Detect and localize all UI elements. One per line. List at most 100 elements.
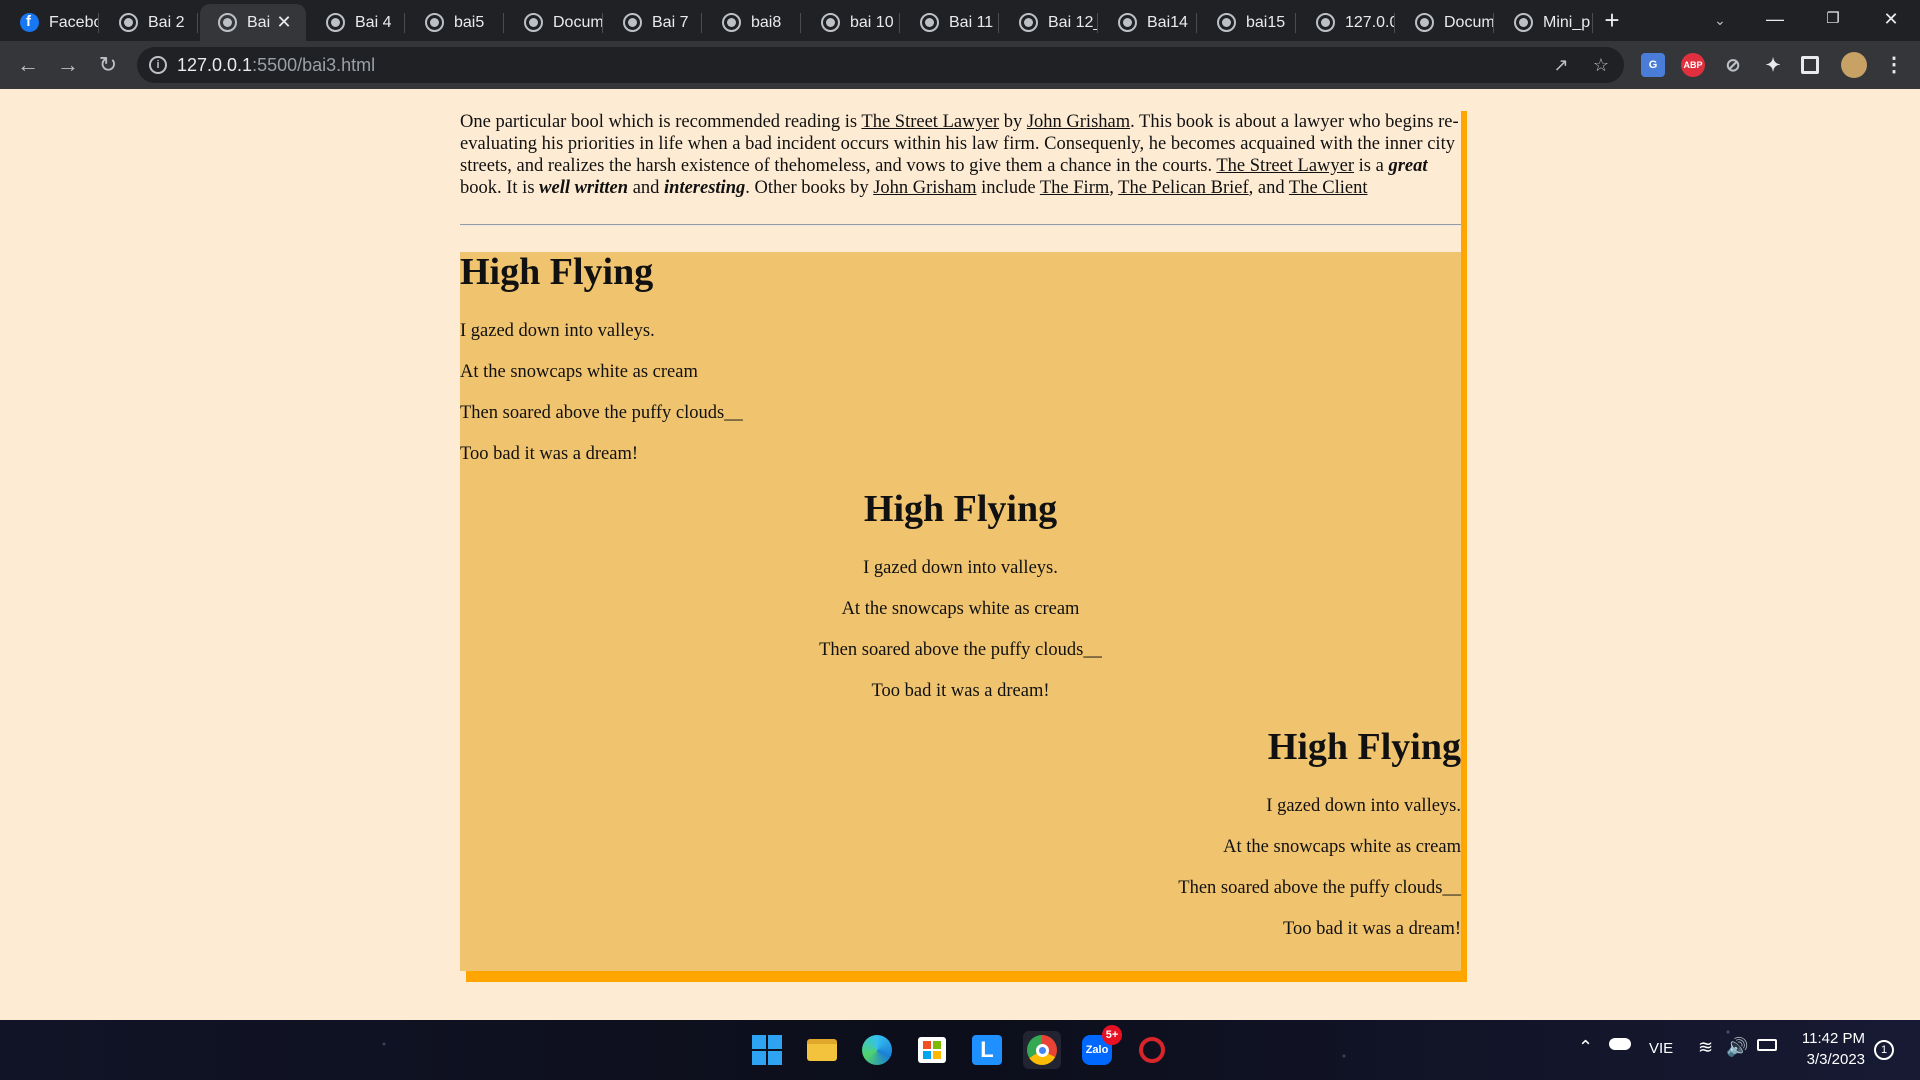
url-host: 127.0.0.1: [177, 55, 253, 75]
chrome-icon[interactable]: [1023, 1031, 1061, 1069]
globe-icon: [524, 13, 543, 32]
adblock-plus-icon[interactable]: ABP: [1681, 53, 1705, 77]
poem-line: I gazed down into valleys.: [1266, 796, 1461, 816]
site-info-icon[interactable]: i: [149, 56, 167, 74]
globe-icon: [1514, 13, 1533, 32]
tab-separator: [503, 13, 504, 33]
tab-title: Bai 12_: [1048, 13, 1098, 31]
google-translate-icon[interactable]: G: [1641, 53, 1665, 77]
battery-icon[interactable]: [1757, 1039, 1777, 1051]
tab-bai8[interactable]: bai8: [704, 4, 801, 41]
globe-icon: [218, 13, 237, 32]
horizontal-rule: [460, 224, 1461, 226]
tab-bai-11[interactable]: Bai 11: [902, 4, 999, 41]
intro-container: One particular bool which is recommended…: [460, 111, 1461, 199]
tab-separator: [404, 13, 405, 33]
tab-title: Bai 4: [355, 13, 392, 31]
file-explorer-icon[interactable]: [803, 1031, 841, 1069]
poem-line: I gazed down into valleys.: [863, 558, 1058, 578]
tab-separator: [998, 13, 999, 33]
poem-title: High Flying: [1267, 726, 1461, 768]
street-lawyer-link-2[interactable]: The Street Lawyer: [1216, 156, 1354, 176]
tab-mini-project[interactable]: Mini_p: [1496, 4, 1593, 41]
tab-title: bai15: [1246, 13, 1286, 31]
address-bar[interactable]: i 127.0.0.1:5500/bai3.html ↗ ☆: [137, 47, 1624, 83]
box-shadow-bottom: [466, 971, 1467, 982]
tab-bai15[interactable]: bai15: [1199, 4, 1296, 41]
the-client-link[interactable]: The Client: [1289, 178, 1368, 198]
zalo-icon[interactable]: Zalo 5+: [1078, 1025, 1122, 1069]
tab-separator: [1394, 13, 1395, 33]
back-arrow-icon[interactable]: ←: [14, 51, 42, 79]
well-written-emphasis: well written: [539, 178, 629, 198]
show-hidden-icons-chevron[interactable]: ⌃: [1578, 1037, 1593, 1058]
tab-bai14[interactable]: Bai14: [1100, 4, 1197, 41]
tab-bai5[interactable]: bai5: [407, 4, 504, 41]
clock[interactable]: 11:42 PM 3/3/2023: [1800, 1030, 1865, 1068]
microsoft-store-icon[interactable]: [913, 1031, 951, 1069]
tab-facebook[interactable]: Facebo: [2, 4, 99, 41]
restore-icon[interactable]: ❐: [1818, 6, 1848, 32]
bookmark-star-icon[interactable]: ☆: [1589, 53, 1613, 77]
new-tab-button[interactable]: +: [1600, 7, 1624, 33]
globe-icon: [722, 13, 741, 32]
url-text[interactable]: 127.0.0.1:5500/bai3.html: [177, 55, 375, 76]
close-window-icon[interactable]: ✕: [1876, 6, 1906, 32]
notification-count-icon[interactable]: 1: [1874, 1040, 1894, 1060]
reload-icon[interactable]: ↻: [94, 51, 122, 79]
tab-title: Docum: [1444, 13, 1494, 31]
poem-title: High Flying: [460, 251, 654, 293]
profile-avatar[interactable]: [1841, 52, 1867, 78]
tab-strip: Facebo Bai 2 Bai ✕ Bai 4 bai5 Docum Bai …: [0, 0, 1920, 41]
side-panel-icon[interactable]: [1801, 56, 1819, 74]
globe-icon: [326, 13, 345, 32]
onedrive-cloud-icon[interactable]: [1609, 1038, 1631, 1050]
the-firm-link[interactable]: The Firm: [1040, 178, 1109, 198]
tab-title: Bai 2: [148, 13, 185, 31]
url-path: :5500/bai3.html: [252, 55, 376, 75]
tab-bai-10[interactable]: bai 10: [803, 4, 900, 41]
tab-document[interactable]: Docum: [506, 4, 603, 41]
forward-arrow-icon[interactable]: →: [54, 51, 82, 79]
extensions-puzzle-icon[interactable]: ✦: [1761, 53, 1785, 77]
globe-icon: [821, 13, 840, 32]
compass-extension-icon[interactable]: ⊘: [1721, 53, 1745, 77]
l-app-icon[interactable]: L: [968, 1031, 1006, 1069]
john-grisham-link-2[interactable]: John Grisham: [873, 178, 976, 198]
tab-title: bai8: [751, 13, 782, 31]
tab-bai-active[interactable]: Bai ✕: [200, 4, 306, 41]
tab-localhost[interactable]: 127.0.0: [1298, 4, 1395, 41]
globe-icon: [623, 13, 642, 32]
poem-line: At the snowcaps white as cream: [460, 362, 698, 382]
windows-start-icon[interactable]: [748, 1031, 786, 1069]
poem-box: High Flying I gazed down into valleys. A…: [460, 252, 1461, 971]
tab-bai-4[interactable]: Bai 4: [308, 4, 405, 41]
poem-line: Too bad it was a dream!: [1283, 919, 1461, 939]
volume-icon[interactable]: 🔊: [1726, 1037, 1748, 1058]
globe-icon: [1316, 13, 1335, 32]
language-indicator[interactable]: VIE: [1649, 1040, 1673, 1057]
garena-icon[interactable]: [1133, 1031, 1171, 1069]
menu-kebab-icon[interactable]: ⋮: [1882, 53, 1906, 77]
share-icon[interactable]: ↗: [1549, 53, 1573, 77]
tab-title: Bai: [247, 13, 271, 31]
tab-search-chevron-icon[interactable]: ⌄: [1708, 8, 1732, 32]
poem-line: Then soared above the puffy clouds__: [819, 640, 1102, 660]
tab-bai-7[interactable]: Bai 7: [605, 4, 702, 41]
tab-separator: [800, 13, 801, 33]
facebook-icon: [20, 13, 39, 32]
close-tab-icon[interactable]: ✕: [274, 12, 294, 32]
minimize-icon[interactable]: —: [1760, 6, 1790, 32]
page-viewport: One particular bool which is recommended…: [0, 89, 1920, 1020]
tab-bai-12[interactable]: Bai 12_: [1001, 4, 1098, 41]
wifi-icon[interactable]: ≋: [1698, 1037, 1713, 1058]
john-grisham-link[interactable]: John Grisham: [1027, 112, 1130, 132]
intro-text: by: [999, 112, 1027, 132]
poem-line: At the snowcaps white as cream: [841, 599, 1080, 619]
street-lawyer-link[interactable]: The Street Lawyer: [861, 112, 999, 132]
intro-text: book. It is: [460, 178, 540, 198]
pelican-brief-link[interactable]: The Pelican Brief: [1118, 178, 1248, 198]
tab-document-2[interactable]: Docum: [1397, 4, 1494, 41]
edge-browser-icon[interactable]: [858, 1031, 896, 1069]
tab-bai-2[interactable]: Bai 2: [101, 4, 198, 41]
